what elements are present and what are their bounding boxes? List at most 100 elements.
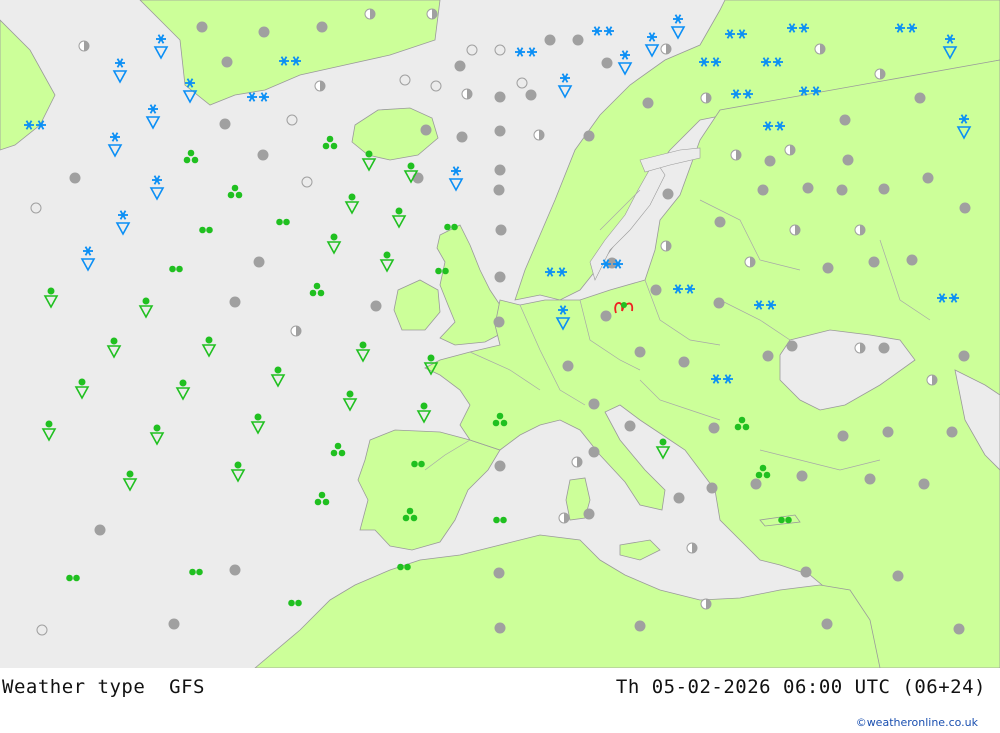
overcast-icon [495,224,507,236]
overcast-icon [624,420,636,432]
overcast-icon [706,482,718,494]
partly-cloudy-icon [789,224,801,236]
overcast-icon [412,172,424,184]
overcast-icon [229,564,241,576]
weather-map [0,0,1000,668]
overcast-icon [673,492,685,504]
overcast-icon [796,470,808,482]
overcast-icon [257,149,269,161]
overcast-icon [836,184,848,196]
overcast-icon [802,182,814,194]
overcast-icon [878,342,890,354]
overcast-icon [906,254,918,266]
credit-link[interactable]: ©weatheronline.co.uk [856,716,978,729]
partly-cloudy-icon [700,92,712,104]
overcast-icon [196,21,208,33]
partly-cloudy-icon [926,374,938,386]
overcast-icon [494,271,506,283]
partly-cloudy-icon [78,40,90,52]
map-valid-time: Th 05-02-2026 06:00 UTC (06+24) [615,676,986,698]
overcast-icon [786,340,798,352]
overcast-icon [750,478,762,490]
overcast-icon [650,284,662,296]
overcast-icon [864,473,876,485]
overcast-icon [878,183,890,195]
overcast-icon [316,21,328,33]
overcast-icon [922,172,934,184]
partly-cloudy-icon [700,598,712,610]
overcast-icon [494,91,506,103]
overcast-icon [958,350,970,362]
overcast-icon [420,124,432,136]
partly-cloudy-icon [571,456,583,468]
partly-cloudy-icon [290,325,302,337]
overcast-icon [892,570,904,582]
overcast-icon [882,426,894,438]
overcast-icon [634,620,646,632]
partly-cloudy-icon [426,8,438,20]
partly-cloudy-icon [784,144,796,156]
overcast-icon [601,57,613,69]
overcast-icon [764,155,776,167]
overcast-icon [494,164,506,176]
overcast-icon [708,422,720,434]
partly-cloudy-icon [854,224,866,236]
overcast-icon [713,297,725,309]
overcast-icon [714,216,726,228]
overcast-icon [454,60,466,72]
partly-cloudy-icon [314,80,326,92]
overcast-icon [868,256,880,268]
overcast-icon [562,360,574,372]
overcast-icon [959,202,971,214]
overcast-icon [953,623,965,635]
overcast-icon [494,125,506,137]
partly-cloudy-icon [558,512,570,524]
overcast-icon [456,131,468,143]
partly-cloudy-icon [730,149,742,161]
overcast-icon [493,184,505,196]
overcast-icon [572,34,584,46]
partly-cloudy-icon [814,43,826,55]
overcast-icon [678,356,690,368]
map-footer: Weather type GFS Th 05-02-2026 06:00 UTC… [0,668,1000,733]
partly-cloudy-icon [744,256,756,268]
overcast-icon [918,478,930,490]
overcast-icon [168,618,180,630]
overcast-icon [800,566,812,578]
partly-cloudy-icon [686,542,698,554]
overcast-icon [221,56,233,68]
overcast-icon [253,256,265,268]
overcast-icon [583,130,595,142]
overcast-icon [634,346,646,358]
partly-cloudy-icon [854,342,866,354]
partly-cloudy-icon [533,129,545,141]
partly-cloudy-icon [660,43,672,55]
overcast-icon [544,34,556,46]
overcast-icon [229,296,241,308]
overcast-icon [914,92,926,104]
overcast-icon [493,567,505,579]
partly-cloudy-icon [874,68,886,80]
overcast-icon [839,114,851,126]
overcast-icon [821,618,833,630]
map-title: Weather type GFS [2,676,205,698]
overcast-icon [583,508,595,520]
overcast-icon [493,316,505,328]
partly-cloudy-icon [660,240,672,252]
overcast-icon [842,154,854,166]
partly-cloudy-icon [461,88,473,100]
partly-cloudy-icon [364,8,376,20]
overcast-icon [762,350,774,362]
overcast-icon [525,89,537,101]
overcast-icon [822,262,834,274]
overcast-icon [757,184,769,196]
overcast-icon [600,310,612,322]
overcast-icon [494,622,506,634]
overcast-icon [370,300,382,312]
overcast-icon [588,446,600,458]
overcast-icon [642,97,654,109]
overcast-icon [662,188,674,200]
overcast-icon [258,26,270,38]
overcast-icon [494,460,506,472]
overcast-icon [946,426,958,438]
